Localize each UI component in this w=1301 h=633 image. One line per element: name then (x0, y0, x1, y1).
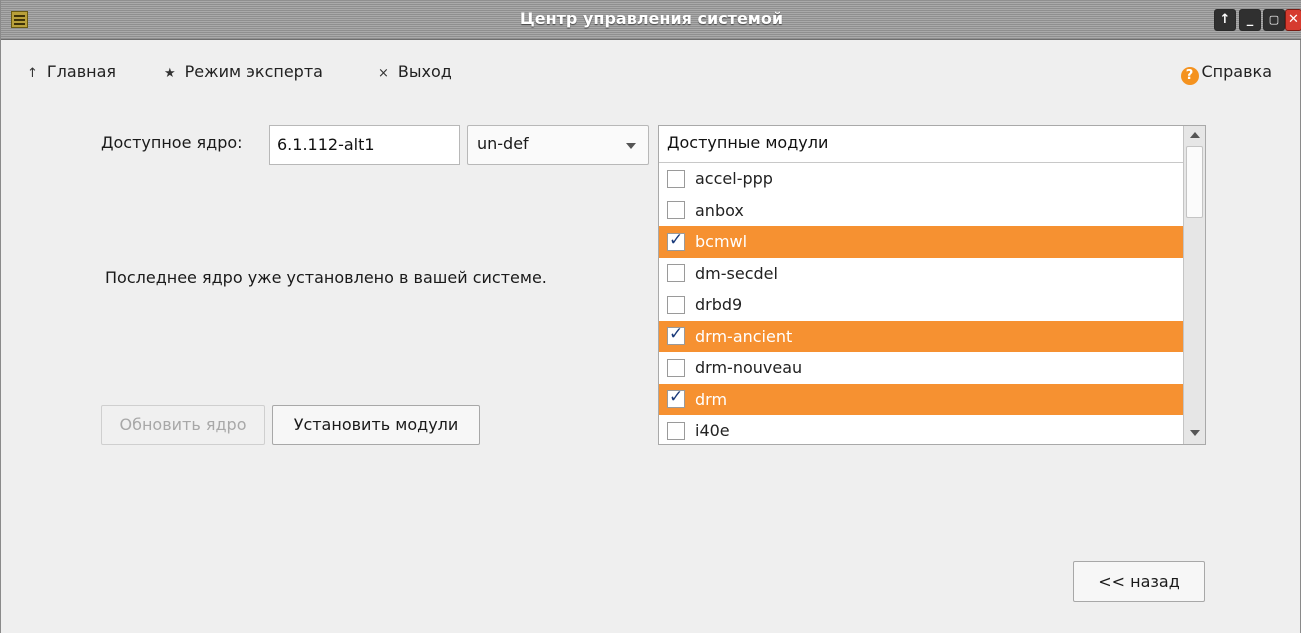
module-checkbox[interactable] (667, 230, 685, 251)
scroll-down-icon[interactable] (1190, 430, 1200, 436)
close-button[interactable]: ✕ (1285, 9, 1301, 31)
module-row[interactable]: accel-ppp (659, 163, 1183, 195)
module-label: drbd9 (695, 295, 743, 315)
menu-expert-label: Режим эксперта (184, 62, 323, 81)
module-row[interactable]: drm (659, 383, 1183, 415)
kernel-status-text: Последнее ядро уже установлено в вашей с… (105, 268, 547, 287)
maximize-icon: ▢ (1268, 13, 1280, 26)
kernel-version-field[interactable]: 6.1.112-alt1 (269, 125, 460, 165)
help-icon: ? (1180, 67, 1199, 85)
close-icon: × (378, 66, 389, 81)
menu-bar: ↑ Главная ★ Режим эксперта × Выход ? Справка (1, 40, 1301, 102)
window-title: Центр управления системой (519, 9, 784, 28)
kernel-flavour-select[interactable]: un-def (467, 125, 649, 165)
maximize-button[interactable]: ▢ (1263, 9, 1285, 31)
menu-help-label: Справка (1201, 62, 1273, 81)
keep-above-button[interactable]: ↑ (1214, 9, 1236, 31)
module-label: i40e (695, 421, 730, 441)
menu-exit-label: Выход (397, 62, 452, 81)
star-icon: ★ (164, 66, 176, 81)
module-label: drm-nouveau (695, 358, 803, 378)
install-modules-button[interactable]: Установить модули (272, 405, 480, 445)
module-row[interactable]: drbd9 (659, 289, 1183, 321)
modules-list-rows: accel-ppp anbox bcmwl dm-secdel drbd9 drm-anc… (659, 163, 1183, 444)
module-checkbox[interactable] (667, 358, 685, 377)
available-kernel-label: Доступное ядро: (101, 133, 243, 152)
module-row[interactable]: i40e (659, 415, 1183, 444)
module-row[interactable]: anbox (659, 195, 1183, 227)
module-label: drm-ancient (695, 326, 793, 346)
title-bar[interactable]: Центр управления системой ↑ _ ▢ ✕ (1, 0, 1301, 40)
menu-home-label: Главная (46, 62, 117, 81)
module-row[interactable]: dm-secdel (659, 258, 1183, 290)
module-label: drm (695, 389, 728, 409)
arrow-up-icon: ↑ (27, 66, 38, 81)
menu-help[interactable]: ? Справка (1180, 62, 1273, 85)
module-row[interactable]: drm-ancient (659, 320, 1183, 352)
available-modules-list[interactable]: Доступные модули accel-ppp anbox bcmwl dm-s… (658, 125, 1206, 445)
module-checkbox[interactable] (667, 421, 685, 440)
system-control-center-window: Центр управления системой ↑ _ ▢ ✕ ↑ Главн… (0, 0, 1301, 633)
module-checkbox[interactable] (667, 169, 685, 188)
module-checkbox[interactable] (667, 387, 685, 409)
module-checkbox[interactable] (667, 295, 685, 314)
arrow-up-icon: ↑ (1219, 12, 1231, 27)
module-label: bcmwl (695, 232, 748, 252)
module-row[interactable]: bcmwl (659, 226, 1183, 258)
module-checkbox[interactable] (667, 324, 685, 346)
close-icon: ✕ (1288, 12, 1299, 27)
menu-expert-mode[interactable]: ★ Режим эксперта (164, 62, 323, 81)
scroll-up-icon[interactable] (1190, 132, 1200, 138)
module-label: anbox (695, 200, 744, 220)
back-button[interactable]: << назад (1073, 561, 1205, 602)
update-kernel-button[interactable]: Обновить ядро (101, 405, 265, 445)
module-row[interactable]: drm-nouveau (659, 352, 1183, 384)
minimize-button[interactable]: _ (1239, 9, 1261, 31)
scrollbar-thumb[interactable] (1186, 146, 1203, 218)
chevron-down-icon (626, 143, 636, 149)
menu-exit[interactable]: × Выход (378, 62, 452, 81)
module-checkbox[interactable] (667, 201, 685, 220)
menu-home[interactable]: ↑ Главная (27, 62, 116, 81)
modules-scrollbar[interactable] (1183, 126, 1205, 444)
modules-list-header: Доступные модули (659, 126, 1183, 163)
module-checkbox[interactable] (667, 264, 685, 283)
module-label: dm-secdel (695, 263, 778, 283)
kernel-flavour-value: un-def (477, 134, 529, 153)
module-label: accel-ppp (695, 169, 773, 189)
minimize-icon: _ (1246, 12, 1254, 27)
